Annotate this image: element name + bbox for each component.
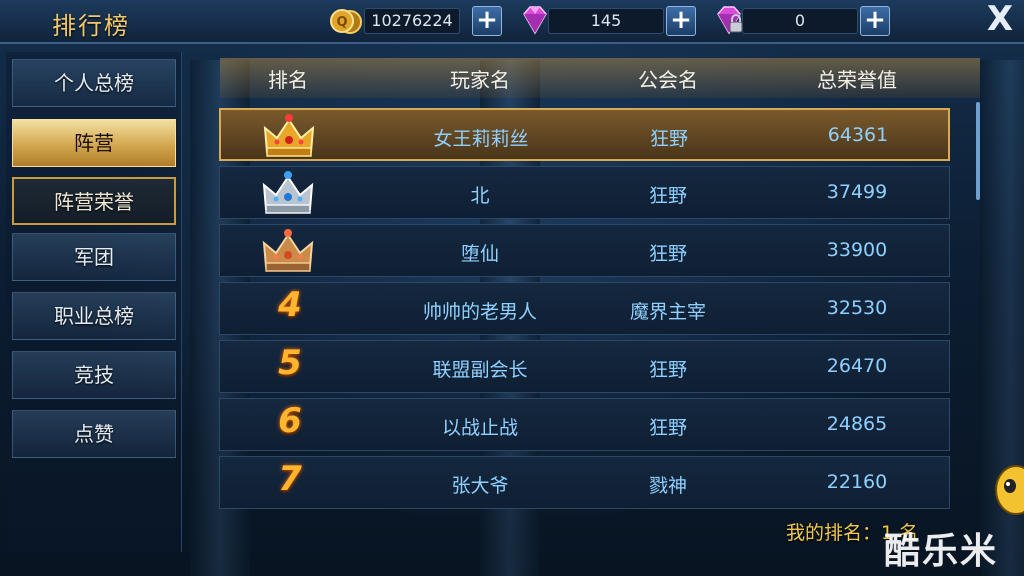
table-row[interactable]: 6 以战止战 狂野 24865 [219,398,950,451]
honor-value: 22160 [826,471,888,493]
gold-crown-icon [263,114,315,157]
bronze-crown-icon [262,229,314,272]
table-row[interactable]: 女王莉莉丝 狂野 64361 [219,108,950,161]
guild-name: 狂野 [648,185,687,207]
sidebar-item-legion[interactable]: 军团 [12,233,176,281]
guild-name: 狂野 [648,417,687,439]
guild-name: 狂野 [649,128,688,150]
guild-name: 戮神 [648,475,687,497]
rank-number: 6 [278,401,302,441]
add-diamond-button[interactable]: + [666,6,696,36]
table-row[interactable]: 5 联盟副会长 狂野 26470 [219,340,950,393]
rank-number: 5 [278,343,302,383]
top-bar: 排行榜 Q 10276224 + 145 + 0 + X [0,0,1024,44]
player-name: 张大爷 [451,475,509,497]
diamond-icon [523,6,547,35]
locked-diamond-icon [717,6,743,35]
guild-name: 狂野 [648,243,687,265]
guild-name: 狂野 [648,359,687,381]
gold-coin-icon: Q [330,9,362,34]
honor-value: 33900 [826,239,888,261]
column-header-honor: 总荣誉值 [817,68,897,92]
table-header: 排名 玩家名 公会名 总荣誉值 [220,58,980,98]
honor-value: 64361 [827,124,889,146]
player-name: 女王莉莉丝 [433,128,529,150]
sidebar-item-faction[interactable]: 阵营 [12,119,176,167]
table-row[interactable]: 北 狂野 37499 [219,166,950,219]
player-name: 北 [470,185,490,207]
honor-value: 26470 [826,355,888,377]
table-row[interactable]: 7 张大爷 戮神 22160 [219,456,950,509]
guild-name: 魔界主宰 [629,301,706,323]
player-name: 以战止战 [441,417,518,439]
mascot-icon [995,465,1024,515]
table-row[interactable]: 4 帅帅的老男人 魔界主宰 32530 [219,282,950,335]
rank-number: 4 [278,285,302,325]
sidebar-item-personal-total[interactable]: 个人总榜 [12,59,176,107]
sidebar-item-likes[interactable]: 点赞 [12,410,176,458]
gold-amount: 10276224 [364,8,460,34]
player-name: 堕仙 [460,243,499,265]
column-header-rank: 排名 [268,68,308,92]
column-header-player: 玩家名 [450,68,510,92]
locked-diamond-amount: 0 [742,8,858,34]
add-locked-diamond-button[interactable]: + [860,6,890,36]
rank-number: 7 [278,459,302,499]
svg-text:Q: Q [336,15,347,30]
add-gold-button[interactable]: + [472,6,502,36]
player-name: 联盟副会长 [432,359,528,381]
honor-value: 24865 [826,413,888,435]
page-title: 排行榜 [52,12,130,40]
honor-value: 32530 [826,297,888,319]
diamond-amount: 145 [548,8,664,34]
sidebar-item-arena[interactable]: 竞技 [12,351,176,399]
table-row[interactable]: 堕仙 狂野 33900 [219,224,950,277]
scrollbar[interactable] [976,102,980,200]
player-name: 帅帅的老男人 [422,301,537,323]
column-header-guild: 公会名 [638,68,698,92]
watermark-text: 酷乐米 [884,531,999,572]
close-button[interactable]: X [982,0,1018,40]
sidebar-item-class-total[interactable]: 职业总榜 [12,292,176,340]
silver-crown-icon [262,171,314,214]
sidebar-item-faction-honor[interactable]: 阵营荣誉 [12,177,176,225]
honor-value: 37499 [826,181,888,203]
